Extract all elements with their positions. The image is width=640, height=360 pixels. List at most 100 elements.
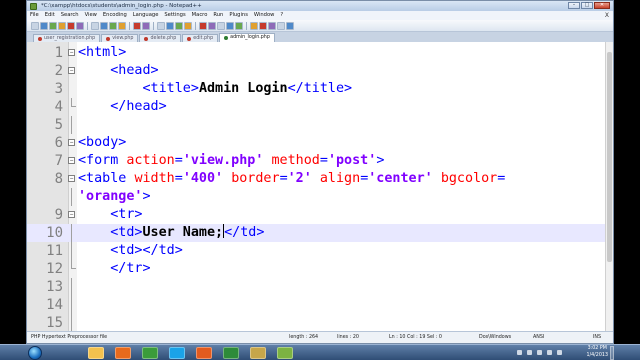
code-text: <table width='400' border='2' align='cen… (78, 170, 505, 188)
status-file-type: PHP Hypertext Preprocessor file (31, 335, 108, 340)
undo-icon[interactable] (133, 21, 141, 30)
fold-guide (71, 224, 72, 242)
code-line[interactable]: 5 (27, 116, 613, 134)
vertical-scrollbar[interactable] (605, 42, 613, 332)
code-line[interactable]: 8− <table width='400' border='2' align='c… (27, 170, 613, 188)
code-line[interactable]: 6− <body> (27, 134, 613, 152)
close-all-icon[interactable] (76, 21, 84, 30)
network-icon[interactable] (527, 350, 532, 355)
code-line[interactable]: 2− <head> (27, 62, 613, 80)
media-player-icon[interactable] (115, 347, 131, 359)
fold-guide (71, 296, 72, 314)
zoom-in-icon[interactable] (175, 21, 183, 30)
code-text: <td></td> (78, 242, 183, 260)
menu-window[interactable]: Window (251, 11, 277, 20)
zoom-out-icon[interactable] (184, 21, 192, 30)
tag-token: = (174, 153, 183, 168)
fold-toggle-icon[interactable]: − (68, 139, 75, 146)
code-line[interactable]: 14 (27, 296, 613, 314)
status-lines: lines : 20 (337, 335, 359, 340)
tab-user-registration-php[interactable]: user_registration.php (33, 34, 101, 42)
title-bar[interactable]: *C:\xampp\htdocs\students\admin_login.ph… (27, 1, 613, 11)
tag-token: <form (78, 153, 127, 168)
print-icon[interactable] (91, 21, 99, 30)
minimize-button[interactable]: – (568, 2, 580, 9)
menu-search[interactable]: Search (58, 11, 82, 20)
maximize-button[interactable]: □ (581, 2, 593, 9)
chrome-icon[interactable] (142, 347, 158, 359)
code-line[interactable]: 15 (27, 314, 613, 332)
save-icon[interactable] (49, 21, 57, 30)
menu-view[interactable]: View (82, 11, 100, 20)
menu-help[interactable]: ? (277, 11, 286, 20)
save-all-icon[interactable] (58, 21, 66, 30)
code-line[interactable]: 'orange'> (27, 188, 613, 206)
code-line[interactable]: 9− <tr> (27, 206, 613, 224)
start-button[interactable] (28, 346, 42, 360)
menu-edit[interactable]: Edit (42, 11, 58, 20)
paint-icon[interactable] (250, 347, 266, 359)
xampp-icon[interactable] (196, 347, 212, 359)
fold-toggle-icon[interactable]: − (68, 175, 75, 182)
tab-delete-php[interactable]: delete.php (139, 34, 182, 42)
paste-icon[interactable] (118, 21, 126, 30)
code-editor[interactable]: 1− <html> 2− <head> 3 <title>Admin Login</t… (27, 42, 613, 332)
indent-guide-icon[interactable] (235, 21, 243, 30)
skype-icon[interactable] (169, 347, 185, 359)
notepad-plus-plus-icon[interactable] (277, 347, 293, 359)
play-macro-icon[interactable] (268, 21, 276, 30)
open-file-icon[interactable] (40, 21, 48, 30)
code-line[interactable]: 4 </head> (27, 98, 613, 116)
close-button[interactable]: ✕ (594, 2, 610, 9)
menu-macro[interactable]: Macro (189, 11, 211, 20)
find-icon[interactable] (157, 21, 165, 30)
code-line[interactable]: 10 <td>User Name;</td> (27, 224, 613, 242)
flag-icon[interactable] (547, 350, 552, 355)
code-line[interactable]: 7− <form action='view.php' method='post'> (27, 152, 613, 170)
run-macro-multiple-icon[interactable] (277, 21, 285, 30)
close-icon[interactable] (67, 21, 75, 30)
menu-encoding[interactable]: Encoding (100, 11, 130, 20)
tab-edit-php[interactable]: edit.php (182, 34, 219, 42)
code-line[interactable]: 3 <title>Admin Login</title> (27, 80, 613, 98)
fold-toggle-icon[interactable]: − (68, 67, 75, 74)
code-line[interactable]: 11 <td></td> (27, 242, 613, 260)
code-line[interactable]: 13 (27, 278, 613, 296)
code-line[interactable]: 1− <html> (27, 44, 613, 62)
fold-toggle-icon[interactable]: − (68, 49, 75, 56)
stop-macro-icon[interactable] (259, 21, 267, 30)
tab-view-php[interactable]: view.php (101, 34, 139, 42)
save-macro-icon[interactable] (286, 21, 294, 30)
battery-icon[interactable] (557, 350, 562, 355)
tray-arrow-icon[interactable] (517, 350, 522, 355)
menu-language[interactable]: Language (130, 11, 162, 20)
menu-run[interactable]: Run (210, 11, 226, 20)
sync-h-icon[interactable] (208, 21, 216, 30)
wrap-icon[interactable] (217, 21, 225, 30)
scrollbar-thumb[interactable] (607, 52, 612, 262)
replace-icon[interactable] (166, 21, 174, 30)
record-macro-icon[interactable] (250, 21, 258, 30)
fold-toggle-icon[interactable]: − (68, 211, 75, 218)
show-all-icon[interactable] (226, 21, 234, 30)
sync-v-icon[interactable] (199, 21, 207, 30)
excel-icon[interactable] (223, 347, 239, 359)
copy-icon[interactable] (109, 21, 117, 30)
show-desktop-button[interactable] (610, 346, 614, 360)
fold-toggle-icon[interactable]: − (68, 157, 75, 164)
volume-icon[interactable] (537, 350, 542, 355)
new-file-icon[interactable] (31, 21, 39, 30)
explorer-icon[interactable] (88, 347, 104, 359)
cut-icon[interactable] (100, 21, 108, 30)
redo-icon[interactable] (142, 21, 150, 30)
system-clock[interactable]: 3:02 PM 1/4/2013 (586, 346, 608, 359)
fold-guide (71, 278, 72, 296)
tab-admin-login-php[interactable]: admin_login.php (219, 33, 275, 42)
tag-token: </tr> (110, 261, 151, 276)
menu-settings[interactable]: Settings (161, 11, 188, 20)
menu-plugins[interactable]: Plugins (226, 11, 251, 20)
line-number: 1 (54, 45, 63, 61)
menu-file[interactable]: File (27, 11, 42, 20)
code-line[interactable]: 12 </tr> (27, 260, 613, 278)
close-document-button[interactable]: X (605, 11, 609, 20)
